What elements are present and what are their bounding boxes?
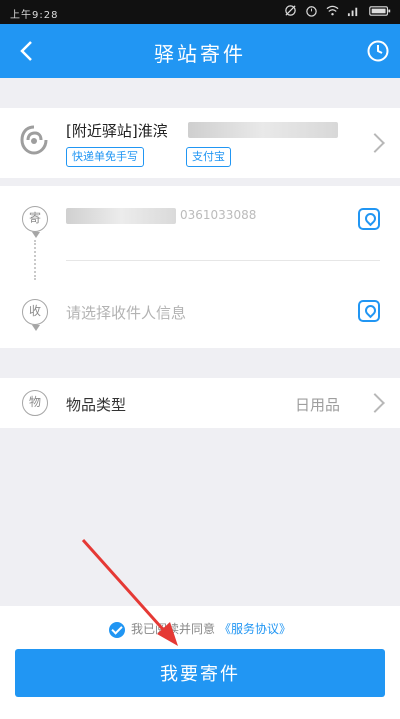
alarm-off-icon [285,5,296,16]
battery-icon [369,6,391,16]
submit-send-button[interactable]: 我要寄件 [15,649,385,697]
station-logo-icon [20,125,48,155]
goods-type-value: 日用品 [294,396,340,414]
chevron-right-icon [365,393,385,413]
dotted-connector [34,240,36,280]
agreement-text: 我已阅读并同意 [130,622,215,636]
history-clock-icon[interactable] [366,39,390,63]
page-title: 驿站寄件 [154,42,246,66]
status-time: 上午9:28 [10,10,59,21]
nav-header: 驿站寄件 [0,24,400,78]
tag-handwriting-free: 快递单免手写 [66,147,144,167]
sender-phone[interactable]: 0361033088 [180,208,256,222]
address-card: 寄 0361033088 收 请选择收件人信息 [0,186,400,348]
receiver-address-book-icon[interactable] [358,300,380,322]
wifi-icon [326,5,339,16]
receiver-icon: 收 [22,299,48,331]
chevron-right-icon [365,133,385,153]
goods-type-label: 物品类型 [66,396,127,414]
goods-type-row[interactable]: 物 物品类型 日用品 [0,378,400,428]
signal-icon [347,7,358,17]
station-name: [附近驿站]淮滨 [66,122,168,140]
status-icons [284,4,392,17]
sender-icon: 寄 [22,206,48,238]
goods-icon: 物 [22,390,48,416]
footer: 我已阅读并同意 《服务协议》 我要寄件 [0,606,400,719]
tag-alipay: 支付宝 [186,147,231,167]
status-bar: 上午9:28 [0,0,400,24]
station-card[interactable]: [附近驿站]淮滨 快递单免手写 支付宝 [0,108,400,178]
divider [66,260,380,261]
sender-address-book-icon[interactable] [358,208,380,230]
receiver-placeholder[interactable]: 请选择收件人信息 [66,302,186,323]
agreement-row: 我已阅读并同意 《服务协议》 [0,620,400,638]
checkbox-checked-icon[interactable] [108,621,125,638]
alarm-icon [306,6,317,17]
sender-name-redacted [66,208,176,224]
station-name-redacted [188,122,338,138]
service-agreement-link[interactable]: 《服务协议》 [219,622,291,636]
